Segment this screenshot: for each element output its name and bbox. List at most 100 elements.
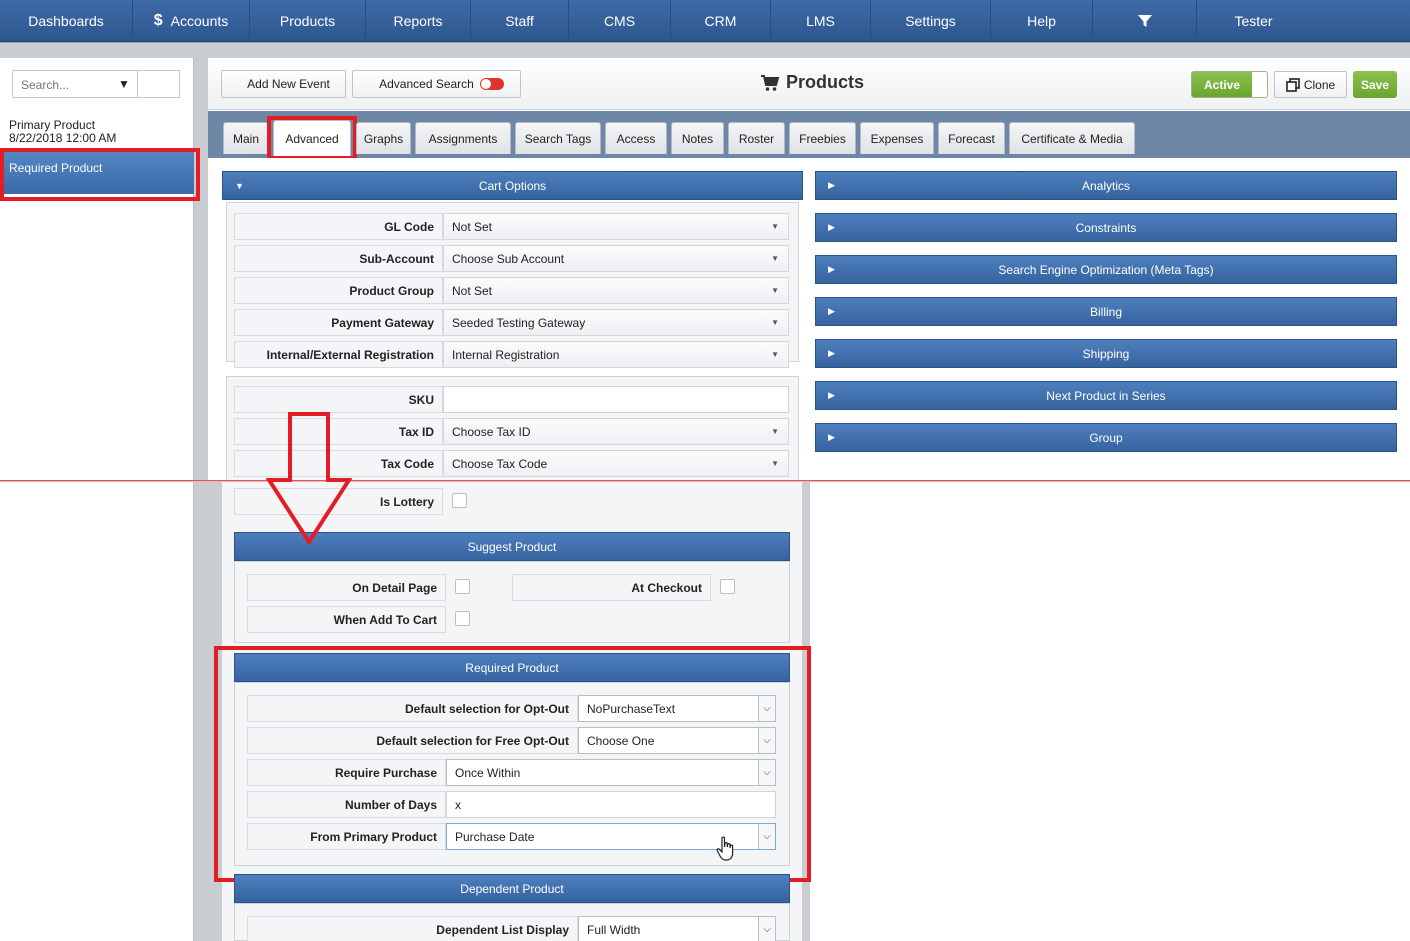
nav-dashboards[interactable]: Dashboards bbox=[0, 0, 133, 42]
label-text: Internal/External Registration bbox=[266, 347, 434, 362]
triangle-right-icon: ▶ bbox=[828, 264, 835, 274]
tab-label: Notes bbox=[681, 131, 714, 146]
tax-id-select[interactable]: Choose Tax ID ▼ bbox=[443, 418, 789, 445]
active-toggle[interactable]: Active bbox=[1191, 71, 1268, 98]
tab-access[interactable]: Access bbox=[605, 122, 667, 154]
nav-help[interactable]: Help bbox=[991, 0, 1093, 42]
label-text: When Add To Cart bbox=[333, 612, 437, 627]
is-lottery-checkbox[interactable] bbox=[452, 493, 467, 508]
tab-forecast[interactable]: Forecast bbox=[938, 122, 1005, 154]
billing-header[interactable]: ▶ Billing bbox=[815, 297, 1397, 326]
nav-products[interactable]: Products bbox=[250, 0, 366, 42]
nav-reports[interactable]: Reports bbox=[366, 0, 471, 42]
payment-gateway-label: Payment Gateway bbox=[234, 309, 443, 336]
nav-label: CMS bbox=[603, 13, 636, 29]
tab-roster[interactable]: Roster bbox=[728, 122, 785, 154]
filter-icon bbox=[1137, 15, 1152, 27]
label-text: Sub-Account bbox=[359, 251, 434, 266]
tab-notes[interactable]: Notes bbox=[671, 122, 724, 154]
triangle-right-icon: ▶ bbox=[828, 390, 835, 400]
tab-label: Access bbox=[616, 131, 656, 146]
triangle-right-icon: ▶ bbox=[828, 306, 835, 316]
sub-account-label: Sub-Account bbox=[234, 245, 443, 272]
add-new-event-button[interactable]: Add New Event bbox=[221, 70, 346, 98]
registration-type-select[interactable]: Internal Registration ▼ bbox=[443, 341, 789, 368]
save-button[interactable]: Save bbox=[1353, 71, 1397, 98]
tab-label: Main bbox=[232, 131, 259, 146]
at-checkout-checkbox[interactable] bbox=[720, 579, 735, 594]
seo-header[interactable]: ▶ Search Engine Optimization (Meta Tags) bbox=[815, 255, 1397, 284]
nav-crm[interactable]: CRM bbox=[671, 0, 771, 42]
toggle-switch[interactable] bbox=[479, 78, 504, 90]
tab-assignments[interactable]: Assignments bbox=[415, 122, 511, 154]
tab-certificate-media[interactable]: Certificate & Media bbox=[1009, 122, 1135, 154]
shipping-header[interactable]: ▶ Shipping bbox=[815, 339, 1397, 368]
dependent-list-display-select[interactable]: Full Width ⌵ bbox=[578, 916, 776, 941]
nav-accounts[interactable]: $ Accounts bbox=[133, 0, 250, 42]
list-item-primary-product[interactable]: Primary Product 8/22/2018 12:00 AM bbox=[9, 119, 116, 145]
sub-account-select[interactable]: Choose Sub Account ▼ bbox=[443, 245, 789, 272]
tab-label: Graphs bbox=[363, 131, 404, 146]
triangle-right-icon: ▶ bbox=[828, 222, 835, 232]
clone-icon bbox=[1286, 77, 1300, 92]
sku-input[interactable] bbox=[443, 386, 789, 413]
at-checkout-label: At Checkout bbox=[512, 574, 711, 601]
gl-code-select[interactable]: Not Set ▼ bbox=[443, 213, 789, 240]
tab-label: Certificate & Media bbox=[1021, 131, 1123, 146]
group-header[interactable]: ▶ Group bbox=[815, 423, 1397, 452]
search-input[interactable] bbox=[13, 71, 113, 99]
advanced-search-button[interactable]: Advanced Search bbox=[352, 70, 521, 98]
user-menu[interactable]: Tester bbox=[1197, 0, 1310, 42]
tab-freebies[interactable]: Freebies bbox=[789, 122, 856, 154]
tab-search-tags[interactable]: Search Tags bbox=[515, 122, 601, 154]
section-title: Billing bbox=[1089, 304, 1122, 319]
gl-code-label: GL Code bbox=[234, 213, 443, 240]
label-text: Tax ID bbox=[398, 424, 434, 439]
tab-label: Forecast bbox=[948, 131, 995, 146]
caret-down-icon: ▼ bbox=[771, 459, 779, 468]
label-text: SKU bbox=[408, 392, 434, 407]
cart-options-header[interactable]: ▼ Cart Options bbox=[222, 171, 803, 200]
filter-button[interactable] bbox=[1093, 0, 1197, 42]
nav-cms[interactable]: CMS bbox=[569, 0, 671, 42]
constraints-header[interactable]: ▶ Constraints bbox=[815, 213, 1397, 242]
payment-gateway-select[interactable]: Seeded Testing Gateway ▼ bbox=[443, 309, 789, 336]
nav-settings[interactable]: Settings bbox=[871, 0, 991, 42]
tab-label: Assignments bbox=[428, 131, 498, 146]
nav-label: Accounts bbox=[170, 13, 229, 29]
tab-graphs[interactable]: Graphs bbox=[356, 122, 411, 154]
nav-staff[interactable]: Staff bbox=[471, 0, 569, 42]
clone-button[interactable]: Clone bbox=[1274, 71, 1347, 98]
tab-label: Search Tags bbox=[524, 131, 592, 146]
nav-lms[interactable]: LMS bbox=[771, 0, 871, 42]
caret-down-icon[interactable]: ▼ bbox=[118, 77, 130, 91]
active-label: Active bbox=[1192, 72, 1252, 97]
section-title: Suggest Product bbox=[467, 539, 557, 554]
highlight-box-tab bbox=[267, 116, 357, 160]
label-text: Dependent List Display bbox=[436, 922, 569, 937]
divider bbox=[0, 480, 1410, 482]
nav-label: Settings bbox=[905, 13, 956, 29]
on-detail-page-checkbox[interactable] bbox=[455, 579, 470, 594]
triangle-right-icon: ▶ bbox=[828, 432, 835, 442]
section-title: Next Product in Series bbox=[1046, 388, 1166, 403]
label-text: On Detail Page bbox=[352, 580, 437, 595]
list-item-date: 8/22/2018 12:00 AM bbox=[9, 131, 117, 145]
analytics-header[interactable]: ▶ Analytics bbox=[815, 171, 1397, 200]
select-value: Not Set bbox=[452, 283, 493, 298]
tax-code-select[interactable]: Choose Tax Code ▼ bbox=[443, 450, 789, 477]
section-title: Constraints bbox=[1075, 220, 1137, 235]
tab-expenses[interactable]: Expenses bbox=[860, 122, 934, 154]
product-group-select[interactable]: Not Set ▼ bbox=[443, 277, 789, 304]
dependent-list-display-label: Dependent List Display bbox=[247, 916, 578, 941]
label-text: At Checkout bbox=[631, 580, 702, 595]
select-value: Choose Tax ID bbox=[452, 424, 531, 439]
caret-down-icon: ▼ bbox=[771, 318, 779, 327]
nav-label: Products bbox=[279, 13, 336, 29]
dependent-product-header[interactable]: Dependent Product bbox=[234, 874, 790, 903]
button-label: Add New Event bbox=[247, 77, 330, 91]
next-product-header[interactable]: ▶ Next Product in Series bbox=[815, 381, 1397, 410]
tab-main[interactable]: Main bbox=[223, 122, 269, 154]
search-button[interactable] bbox=[138, 70, 180, 98]
when-add-to-cart-checkbox[interactable] bbox=[455, 611, 470, 626]
